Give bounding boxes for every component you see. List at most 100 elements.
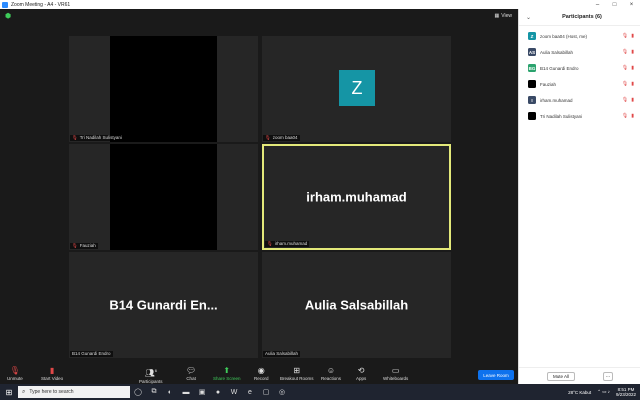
minimize-button[interactable]: – bbox=[589, 0, 606, 9]
tile-name: Tri Nadilah Sulistyani bbox=[79, 135, 122, 140]
tray-icons[interactable]: ⌃ ▭ ♪ bbox=[597, 389, 610, 395]
video-off-icon[interactable]: ▮ bbox=[631, 49, 634, 55]
video-grid: 🎙︎ Tri Nadilah Sulistyani Z 🎙︎ zoom baa0… bbox=[69, 36, 451, 360]
maximize-button[interactable]: □ bbox=[606, 0, 623, 9]
title-bar: Zoom Meeting - A4 - VR61 – □ × bbox=[0, 0, 640, 9]
windows-start-icon[interactable]: ⊞ bbox=[0, 384, 18, 400]
view-button[interactable]: ▦ View bbox=[495, 13, 512, 19]
clock[interactable]: 8:51 PM 9/23/2022 bbox=[616, 387, 636, 398]
window-controls: – □ × bbox=[589, 0, 640, 9]
muted-mic-icon[interactable]: 🎙︎ bbox=[622, 113, 628, 119]
participant-name: zoom baa04 (Host, me) bbox=[540, 33, 588, 39]
participant-name: Fauziah bbox=[540, 81, 557, 87]
participant-row[interactable]: AS Aulia Salsabillah 🎙︎ ▮ bbox=[519, 44, 640, 60]
participant-avatar: Z bbox=[528, 32, 536, 40]
mute-all-button[interactable]: Mute All bbox=[547, 372, 575, 381]
participant-avatar: I bbox=[528, 96, 536, 104]
participant-row[interactable]: BG B14 Gunardi Endro 🎙︎ ▮ bbox=[519, 60, 640, 76]
task-view-icon[interactable]: ⧉ bbox=[146, 384, 162, 400]
clock-date: 9/23/2022 bbox=[615, 392, 636, 397]
taskbar-search-box[interactable]: ⌕ Type here to search bbox=[18, 386, 130, 398]
participant-name: irham.muhamad bbox=[540, 97, 573, 103]
participant-row[interactable]: Fauziah 🎙︎ ▮ bbox=[519, 76, 640, 92]
tile-name-label: 🎙︎ zoom baa04 bbox=[263, 135, 300, 141]
active-speaker-tile[interactable]: irham.muhamad 🎙︎ irham.muhamad bbox=[262, 144, 451, 250]
record-label: Record bbox=[254, 376, 269, 381]
leave-room-button[interactable]: Leave Room bbox=[478, 370, 514, 380]
avatar: Z bbox=[339, 70, 375, 106]
chat-button[interactable]: 💬︎ Chat bbox=[186, 366, 196, 381]
word-icon[interactable]: W bbox=[226, 384, 242, 400]
video-off-icon[interactable]: ▮ bbox=[631, 33, 634, 39]
windows-taskbar: ⊞ ⌕ Type here to search ◯ ⧉ ◐ ▬ ▣ ● W e … bbox=[0, 384, 640, 400]
reactions-label: Reactions bbox=[321, 376, 342, 381]
muted-mic-icon[interactable]: 🎙︎ bbox=[622, 33, 628, 39]
view-label: View bbox=[501, 13, 512, 19]
grid-icon: ▦ bbox=[494, 13, 500, 19]
start-video-button[interactable]: ▮ Start Video bbox=[41, 366, 63, 381]
muted-mic-icon[interactable]: 🎙︎ bbox=[622, 65, 628, 71]
muted-mic-icon[interactable]: 🎙︎ bbox=[622, 97, 628, 103]
tile-name-label: B14 Gunardi Endro bbox=[70, 351, 113, 357]
panel-header: ⌄ Participants (6) bbox=[519, 9, 640, 26]
participants-button[interactable]: 👥︎6 Participants bbox=[139, 366, 163, 384]
tile-big-name: B14 Gunardi En... bbox=[109, 297, 218, 313]
video-off-icon[interactable]: ▮ bbox=[631, 113, 634, 119]
firefox-icon[interactable]: ● bbox=[210, 384, 226, 400]
participants-count: 6 bbox=[154, 368, 157, 373]
tile-name-label: Aulia Salsabillah bbox=[263, 351, 301, 357]
video-tile[interactable]: B14 Gunardi En... B14 Gunardi Endro bbox=[69, 252, 258, 358]
participant-row[interactable]: Tri Nadilah Sulistyani 🎙︎ ▮ bbox=[519, 108, 640, 124]
unmute-button[interactable]: 🎙︎ Unmute bbox=[7, 366, 23, 381]
record-icon: ◉ bbox=[257, 366, 265, 375]
record-button[interactable]: ◉ Record bbox=[254, 366, 269, 381]
whiteboards-button[interactable]: ▭ Whiteboards bbox=[383, 366, 408, 381]
start-video-label: Start Video bbox=[41, 376, 64, 381]
muted-mic-icon: 🎙︎ bbox=[72, 243, 78, 248]
tile-name: irham.muhamad bbox=[274, 241, 308, 246]
share-screen-button[interactable]: ⬆ Share Screen bbox=[213, 366, 241, 381]
participant-row[interactable]: Iirham.muhamad 🎙︎ ▮ bbox=[519, 92, 640, 108]
video-tile[interactable]: 🎙︎ Tri Nadilah Sulistyani bbox=[69, 36, 258, 142]
cortana-icon[interactable]: ◯ bbox=[130, 384, 146, 400]
zoom-logo-icon bbox=[2, 1, 8, 8]
more-options-button[interactable]: ··· bbox=[603, 372, 613, 381]
muted-mic-icon[interactable]: 🎙︎ bbox=[622, 81, 628, 87]
participants-label: Participants bbox=[139, 378, 163, 384]
panel-footer: Mute All ··· bbox=[519, 367, 640, 384]
participant-row[interactable]: Zzoom baa04 (Host, me) 🎙︎ ▮ bbox=[519, 28, 640, 44]
edge-browser-icon[interactable]: ◐ bbox=[162, 384, 178, 400]
chrome-icon[interactable]: ◎ bbox=[274, 384, 290, 400]
search-icon: ⌕ bbox=[22, 388, 26, 395]
tile-big-name: irham.muhamad bbox=[306, 189, 407, 205]
edge-icon[interactable]: e bbox=[242, 384, 258, 400]
apps-button[interactable]: ⟲ Apps bbox=[356, 366, 366, 381]
muted-mic-icon: 🎙︎ bbox=[9, 366, 20, 375]
file-explorer-icon[interactable]: ▬ bbox=[178, 384, 194, 400]
muted-mic-icon[interactable]: 🎙︎ bbox=[622, 49, 628, 55]
video-tile[interactable]: Z 🎙︎ zoom baa04 bbox=[262, 36, 451, 142]
store-icon[interactable]: ▣ bbox=[194, 384, 210, 400]
zoom-app-icon[interactable]: ▢ bbox=[258, 384, 274, 400]
tile-big-name: Aulia Salsabillah bbox=[304, 297, 409, 313]
video-feed bbox=[110, 36, 217, 142]
tile-name-label: 🎙︎ irham.muhamad bbox=[265, 241, 310, 247]
participant-list: Zzoom baa04 (Host, me) 🎙︎ ▮ AS Aulia Salsabi… bbox=[519, 26, 640, 124]
reactions-icon: ☺ bbox=[326, 366, 336, 375]
security-shield-icon[interactable]: ⬢ bbox=[5, 13, 12, 20]
video-off-icon[interactable]: ▮ bbox=[631, 65, 634, 71]
video-off-icon[interactable]: ▮ bbox=[631, 97, 634, 103]
reactions-button[interactable]: ☺ Reactions bbox=[321, 366, 341, 381]
breakout-rooms-button[interactable]: ⊞ Breakout Rooms bbox=[280, 366, 314, 381]
video-tile[interactable]: Aulia Salsabillah Aulia Salsabillah bbox=[262, 252, 451, 358]
video-tile[interactable]: 🎙︎ Fauziah bbox=[69, 144, 258, 250]
weather-label[interactable]: 28°C Kabut bbox=[568, 390, 591, 395]
video-off-icon[interactable]: ▮ bbox=[631, 81, 634, 87]
participants-icon: 👥︎6 bbox=[144, 368, 157, 378]
panel-title: Participants (6) bbox=[562, 14, 602, 20]
close-button[interactable]: × bbox=[623, 0, 640, 9]
participant-avatar: AS bbox=[528, 48, 536, 56]
whiteboard-icon: ▭ bbox=[391, 366, 400, 375]
search-placeholder: Type here to search bbox=[29, 389, 74, 395]
tile-name: Fauziah bbox=[79, 243, 96, 248]
